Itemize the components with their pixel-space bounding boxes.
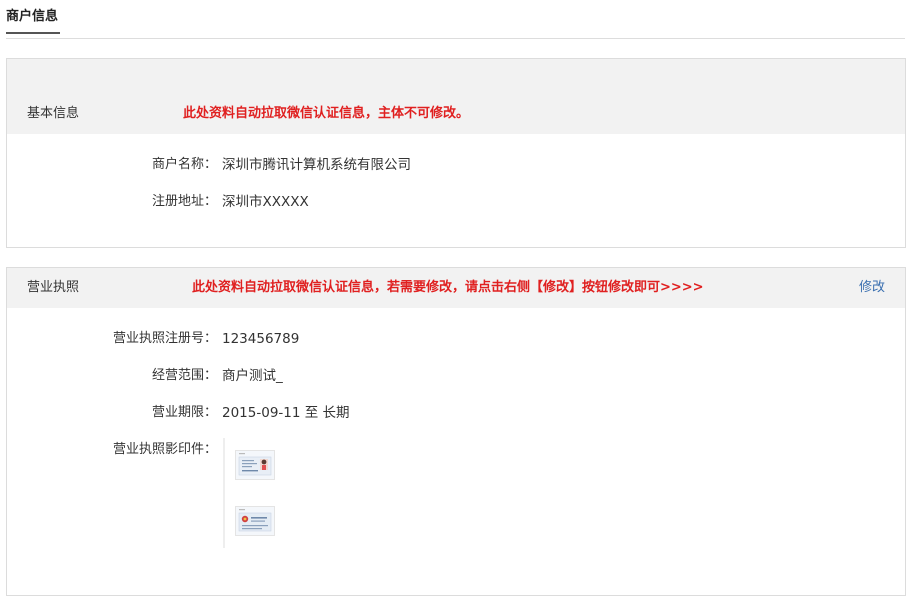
business-term-label: 营业期限：: [151, 405, 217, 420]
basic-info-header: 基本信息 此处资料自动拉取微信认证信息，主体不可修改。: [7, 94, 905, 134]
registered-address-label: 注册地址：: [151, 194, 217, 209]
merchant-name-value: 深圳市腾讯计算机系统有限公司: [222, 157, 411, 173]
id-card-back-icon[interactable]: [235, 506, 275, 536]
thumbnail-divider: [223, 438, 225, 548]
panel-header-band: [7, 59, 905, 94]
license-copy-label: 营业执照影印件：: [112, 442, 217, 457]
business-license-notice: 此处资料自动拉取微信认证信息，若需要修改，请点击右侧【修改】按钮修改即可>>>>: [192, 280, 704, 295]
business-term-value: 2015-09-11 至 长期: [222, 405, 350, 421]
basic-info-title: 基本信息: [27, 106, 80, 121]
id-card-front-icon[interactable]: [235, 450, 275, 480]
license-number-value: 123456789: [222, 331, 300, 347]
business-scope-value: 商户测试_: [222, 368, 283, 384]
business-scope-label: 经营范围：: [151, 368, 217, 383]
business-license-panel: 营业执照 此处资料自动拉取微信认证信息，若需要修改，请点击右侧【修改】按钮修改即…: [6, 267, 906, 596]
edit-button[interactable]: 修改: [859, 268, 885, 308]
merchant-name-label: 商户名称：: [151, 157, 217, 172]
basic-info-panel: 基本信息 此处资料自动拉取微信认证信息，主体不可修改。 商户名称： 深圳市腾讯计…: [6, 58, 906, 248]
business-license-title: 营业执照: [27, 280, 80, 295]
basic-info-notice: 此处资料自动拉取微信认证信息，主体不可修改。: [183, 106, 470, 121]
license-number-label: 营业执照注册号：: [112, 331, 217, 346]
page-title: 商户信息: [6, 8, 61, 34]
page-header: 商户信息: [6, 0, 905, 39]
registered-address-value: 深圳市XXXXX: [222, 194, 309, 210]
business-license-header: 营业执照 此处资料自动拉取微信认证信息，若需要修改，请点击右侧【修改】按钮修改即…: [7, 268, 905, 308]
